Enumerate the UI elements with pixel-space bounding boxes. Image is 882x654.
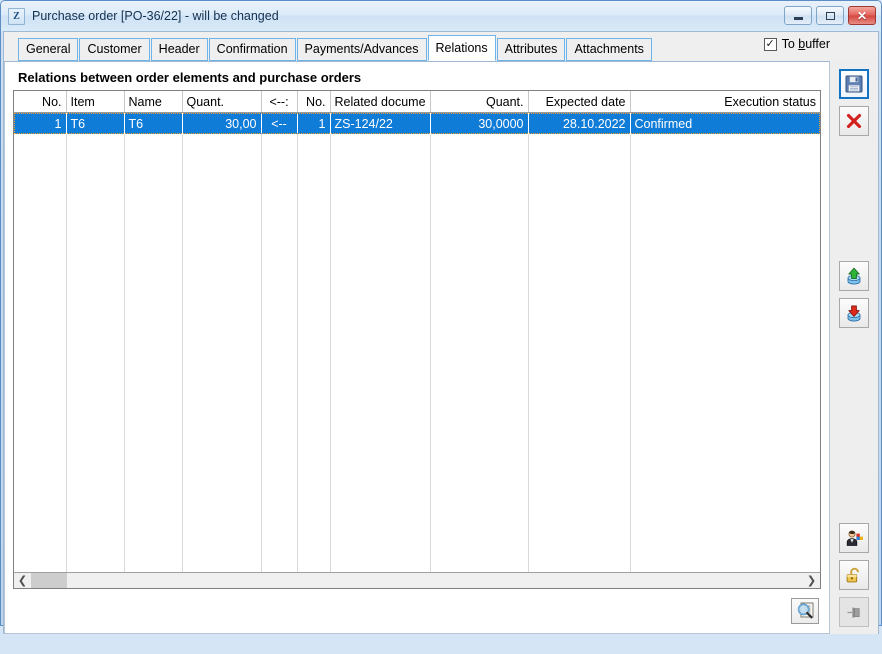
scrollbar-track[interactable] xyxy=(67,573,803,588)
to-buffer-checkbox[interactable]: ✓ To buffer xyxy=(763,37,830,51)
col-header-no-left[interactable]: No. xyxy=(14,91,67,113)
application-window: Z Purchase order [PO-36/22] - will be ch… xyxy=(0,0,882,634)
tab-label: Confirmation xyxy=(216,42,288,57)
client-area: General Customer Header Confirmation Pay… xyxy=(3,31,879,634)
cell-execution-status[interactable]: Confirmed xyxy=(630,113,820,134)
col-header-quant-left[interactable]: Quant. xyxy=(182,91,262,113)
col-header-relation-arrow[interactable]: <--: xyxy=(261,91,298,113)
col-header-expected-date[interactable]: Expected date xyxy=(528,91,631,113)
minimize-icon xyxy=(793,17,803,20)
grid-header-row: No. Item Name Quant. <--: No. Related do… xyxy=(14,91,820,113)
cell-related-document[interactable]: ZS-124/22 xyxy=(330,113,431,134)
tab-label: Header xyxy=(158,42,200,57)
col-header-execution-status[interactable]: Execution status xyxy=(630,91,820,113)
checkbox-box[interactable]: ✓ xyxy=(763,37,777,51)
right-toolbar xyxy=(830,61,878,634)
title-bar[interactable]: Z Purchase order [PO-36/22] - will be ch… xyxy=(1,1,881,31)
tab-general[interactable]: General xyxy=(18,38,79,61)
table-row[interactable]: 1 T6 T6 30,00 <-- 1 ZS-124/22 30,0000 28 xyxy=(14,113,820,134)
scroll-right-arrow-icon[interactable]: ❯ xyxy=(803,573,820,588)
relations-groupbox: Relations between order elements and pur… xyxy=(5,62,829,589)
cell-quant-left[interactable]: 30,00 xyxy=(182,113,262,134)
app-icon: Z xyxy=(8,7,25,25)
cell-no-left[interactable]: 1 xyxy=(14,113,67,134)
window-title: Purchase order [PO-36/22] - will be chan… xyxy=(32,9,279,23)
maximize-button[interactable] xyxy=(816,6,844,25)
tab-header[interactable]: Header xyxy=(150,38,208,61)
group-title: Relations between order elements and pur… xyxy=(18,70,362,85)
relations-grid[interactable]: No. Item Name Quant. <--: No. Related do… xyxy=(13,90,821,572)
import-button[interactable] xyxy=(839,298,869,328)
grid-empty-area[interactable] xyxy=(14,134,820,572)
to-buffer-label: To buffer xyxy=(781,37,830,51)
window-bottom-frame xyxy=(1,634,881,654)
tab-label: Payments/Advances xyxy=(304,42,419,57)
scrollbar-thumb[interactable] xyxy=(31,573,67,588)
grid-header-table: No. Item Name Quant. <--: No. Related do… xyxy=(14,91,820,113)
col-header-item[interactable]: Item xyxy=(66,91,125,113)
cell-expected-date[interactable]: 28.10.2022 xyxy=(528,113,631,134)
save-button[interactable] xyxy=(839,69,869,99)
tab-customer[interactable]: Customer xyxy=(79,38,150,61)
panel-footer xyxy=(5,589,829,633)
delete-button[interactable] xyxy=(839,106,869,136)
col-header-related-document[interactable]: Related docume xyxy=(330,91,431,113)
cell-item[interactable]: T6 xyxy=(66,113,125,134)
selected-row-wrapper: 1 T6 T6 30,00 <-- 1 ZS-124/22 30,0000 28 xyxy=(14,113,820,134)
tab-strip: General Customer Header Confirmation Pay… xyxy=(4,32,878,61)
user-person-icon xyxy=(846,530,863,546)
pin-icon xyxy=(847,607,860,618)
cell-quant-right[interactable]: 30,0000 xyxy=(430,113,529,134)
tab-label: Customer xyxy=(87,42,142,57)
col-header-no-right[interactable]: No. xyxy=(297,91,331,113)
tab-payments-advances[interactable]: Payments/Advances xyxy=(296,38,427,61)
horizontal-scrollbar[interactable]: ❮ ❯ xyxy=(13,572,821,589)
cell-relation-arrow[interactable]: <-- xyxy=(261,113,298,134)
import-down-arrow-icon xyxy=(847,305,860,321)
tab-label: Attachments xyxy=(574,42,644,57)
magnifier-document-icon xyxy=(797,602,813,619)
cell-no-right[interactable]: 1 xyxy=(297,113,331,134)
tab-confirmation[interactable]: Confirmation xyxy=(208,38,296,61)
find-document-button[interactable] xyxy=(791,598,819,624)
checkmark-icon: ✓ xyxy=(765,37,775,50)
floppy-disk-icon xyxy=(845,75,863,93)
col-header-name[interactable]: Name xyxy=(124,91,183,113)
tab-label: Attributes xyxy=(504,42,558,57)
relations-panel: Relations between order elements and pur… xyxy=(4,61,830,634)
export-button[interactable] xyxy=(839,261,869,291)
window-controls: ✕ xyxy=(784,6,876,25)
close-button[interactable]: ✕ xyxy=(848,6,876,25)
open-padlock-icon xyxy=(846,567,859,582)
minimize-button[interactable] xyxy=(784,6,812,25)
lock-button[interactable] xyxy=(839,560,869,590)
tab-label: Relations xyxy=(435,40,488,55)
operator-button[interactable] xyxy=(839,523,869,553)
tab-attachments[interactable]: Attachments xyxy=(566,38,652,61)
cell-name[interactable]: T6 xyxy=(124,113,183,134)
tab-relations[interactable]: Relations xyxy=(427,35,496,61)
close-icon: ✕ xyxy=(856,8,868,23)
red-x-icon xyxy=(846,113,862,129)
maximize-icon xyxy=(825,11,835,20)
export-up-arrow-icon xyxy=(847,267,860,284)
tab-label: General xyxy=(26,42,71,57)
tab-attributes[interactable]: Attributes xyxy=(496,38,566,61)
pin-button[interactable] xyxy=(839,597,869,627)
col-header-quant-right[interactable]: Quant. xyxy=(430,91,529,113)
grid-body-table: 1 T6 T6 30,00 <-- 1 ZS-124/22 30,0000 28 xyxy=(14,113,820,134)
scroll-left-arrow-icon[interactable]: ❮ xyxy=(14,573,31,588)
page-wrapper: Relations between order elements and pur… xyxy=(4,61,878,634)
